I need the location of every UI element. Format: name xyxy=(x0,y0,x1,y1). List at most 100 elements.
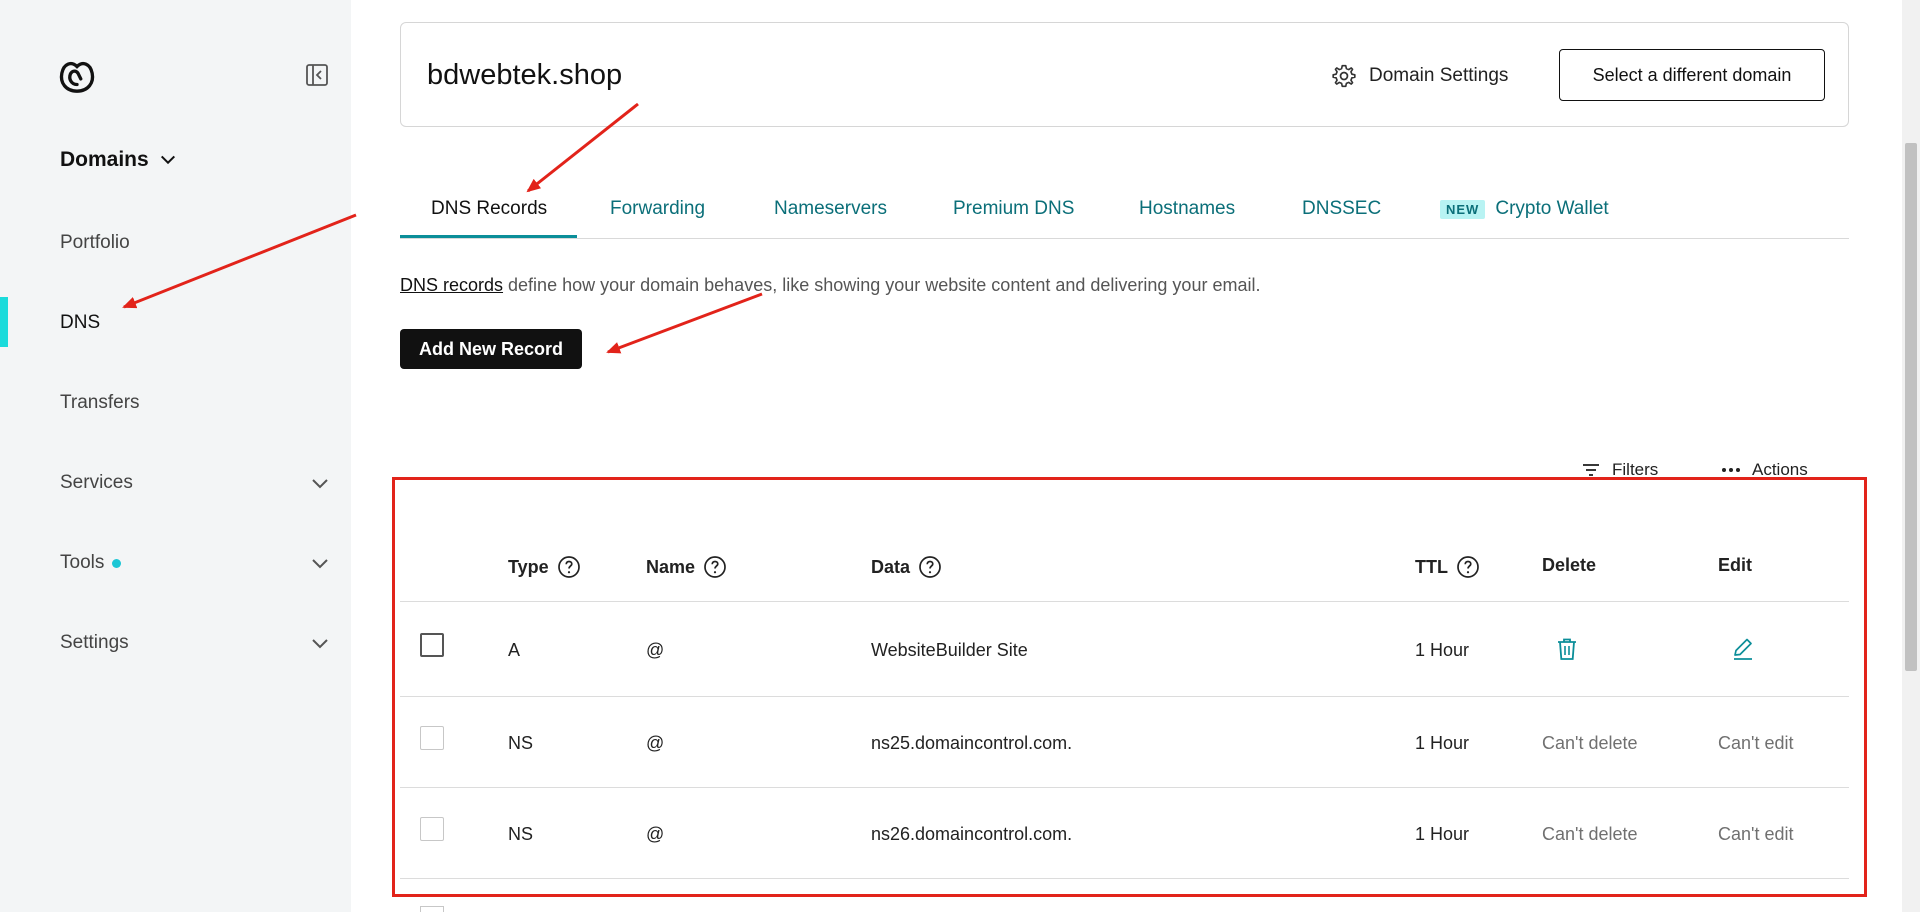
sidebar-item-settings[interactable]: Settings xyxy=(60,632,330,654)
tab-dnssec[interactable]: DNSSEC xyxy=(1302,198,1381,220)
active-tab-underline xyxy=(400,235,577,238)
sidebar-item-label: Services xyxy=(60,472,133,493)
row-checkbox xyxy=(420,817,444,841)
help-icon[interactable] xyxy=(1456,555,1480,579)
sidebar-item-portfolio[interactable]: Portfolio xyxy=(60,232,330,254)
active-nav-indicator xyxy=(0,297,8,347)
chevron-down-icon xyxy=(312,639,328,649)
filters-label: Filters xyxy=(1612,460,1659,479)
tab-label: Nameservers xyxy=(774,198,887,219)
record-data: ns26.domaincontrol.com. xyxy=(871,824,1073,844)
sidebar-item-label: Tools xyxy=(60,552,105,573)
sidebar-item-label: DNS xyxy=(60,312,101,333)
sidebar-item-dns[interactable]: DNS xyxy=(60,312,330,334)
domain-name: bdwebtek.shop xyxy=(427,59,623,91)
column-header-delete: Delete xyxy=(1542,555,1596,576)
sidebar-title-domains[interactable]: Domains xyxy=(60,148,177,172)
column-header-label: TTL xyxy=(1415,556,1448,577)
column-header-ttl: TTL xyxy=(1415,555,1480,579)
actions-label: Actions xyxy=(1752,460,1808,479)
edit-pencil-icon[interactable] xyxy=(1730,636,1756,662)
scrollbar-thumb[interactable] xyxy=(1905,143,1917,671)
dns-records-link[interactable]: DNS records xyxy=(400,275,503,295)
add-new-record-button[interactable]: Add New Record xyxy=(400,329,582,369)
column-header-data: Data xyxy=(871,555,942,579)
dns-description-text: define how your domain behaves, like sho… xyxy=(503,275,1261,295)
domain-header-card: bdwebtek.shop Domain Settings Select a d… xyxy=(400,22,1849,127)
select-different-domain-button[interactable]: Select a different domain xyxy=(1559,49,1825,101)
sidebar-item-tools[interactable]: Tools xyxy=(60,552,330,574)
column-header-label: Delete xyxy=(1542,555,1597,575)
column-header-label: Type xyxy=(508,556,549,577)
cant-delete-text: Can't delete xyxy=(1542,824,1638,844)
more-horizontal-icon xyxy=(1722,468,1740,472)
column-header-name: Name xyxy=(646,555,727,579)
dns-tabs: DNS Records Forwarding Nameservers Premi… xyxy=(400,190,1849,239)
help-icon[interactable] xyxy=(703,555,727,579)
filter-icon xyxy=(1583,464,1599,476)
tab-hostnames[interactable]: Hostnames xyxy=(1139,198,1235,220)
column-header-edit: Edit xyxy=(1718,555,1752,576)
record-ttl: 1 Hour xyxy=(1415,733,1470,753)
chevron-down-icon xyxy=(312,559,328,569)
tab-label: DNS Records xyxy=(431,198,548,219)
filters-button[interactable]: Filters xyxy=(1580,459,1658,481)
help-icon[interactable] xyxy=(918,555,942,579)
gear-icon xyxy=(1332,64,1356,88)
chevron-down-icon xyxy=(160,155,175,165)
record-type: NS xyxy=(508,824,534,844)
sidebar: Domains Portfolio DNS Transfers Services… xyxy=(0,0,351,912)
notification-dot xyxy=(112,558,122,568)
actions-button[interactable]: Actions xyxy=(1720,459,1808,481)
tab-crypto-wallet[interactable]: NEW Crypto Wallet xyxy=(1440,198,1609,220)
tab-premium-dns[interactable]: Premium DNS xyxy=(953,198,1074,220)
tab-label: Crypto Wallet xyxy=(1495,198,1609,219)
sidebar-item-label: Transfers xyxy=(60,392,140,413)
sidebar-item-services[interactable]: Services xyxy=(60,472,330,494)
tab-nameservers[interactable]: Nameservers xyxy=(774,198,887,220)
record-ttl: 1 Hour xyxy=(1415,640,1470,660)
column-header-type: Type xyxy=(508,555,581,579)
table-divider xyxy=(400,787,1849,788)
row-checkbox[interactable] xyxy=(420,633,444,657)
sidebar-item-label: Portfolio xyxy=(60,232,130,253)
domain-settings-label: Domain Settings xyxy=(1369,65,1509,86)
arrow-to-add-record xyxy=(606,292,763,354)
tab-label: Forwarding xyxy=(610,198,706,219)
annotation-highlight-box xyxy=(392,477,1867,897)
help-icon[interactable] xyxy=(557,555,581,579)
tab-label: Hostnames xyxy=(1139,198,1236,219)
cant-edit-text: Can't edit xyxy=(1718,824,1794,844)
table-divider xyxy=(400,878,1849,879)
column-header-label: Data xyxy=(871,556,911,577)
sidebar-item-transfers[interactable]: Transfers xyxy=(60,392,330,414)
sidebar-title-label: Domains xyxy=(60,148,149,171)
column-header-label: Name xyxy=(646,556,696,577)
cant-delete-text: Can't delete xyxy=(1542,733,1638,753)
record-name: @ xyxy=(646,733,665,753)
page-scrollbar[interactable] xyxy=(1902,0,1920,912)
record-data: ns25.domaincontrol.com. xyxy=(871,733,1073,753)
chevron-down-icon xyxy=(312,479,328,489)
collapse-sidebar-icon[interactable] xyxy=(305,63,329,87)
record-type: NS xyxy=(508,733,534,753)
godaddy-logo-icon[interactable] xyxy=(58,58,96,94)
tab-dns-records[interactable]: DNS Records xyxy=(431,198,547,220)
tab-label: Premium DNS xyxy=(953,198,1075,219)
record-name: @ xyxy=(646,640,665,660)
dns-description: DNS records define how your domain behav… xyxy=(400,275,1260,296)
sidebar-item-label: Settings xyxy=(60,632,129,653)
domain-settings-link[interactable]: Domain Settings xyxy=(1331,63,1508,89)
record-data: WebsiteBuilder Site xyxy=(871,640,1028,660)
trash-icon[interactable] xyxy=(1554,636,1580,662)
new-badge: NEW xyxy=(1440,199,1486,219)
row-checkbox xyxy=(420,726,444,750)
column-header-label: Edit xyxy=(1718,555,1752,575)
table-divider xyxy=(400,696,1849,697)
table-divider xyxy=(400,601,1849,602)
record-name: @ xyxy=(646,824,665,844)
row-checkbox-partial xyxy=(420,906,444,912)
cant-edit-text: Can't edit xyxy=(1718,733,1794,753)
record-type: A xyxy=(508,640,521,660)
tab-forwarding[interactable]: Forwarding xyxy=(610,198,705,220)
